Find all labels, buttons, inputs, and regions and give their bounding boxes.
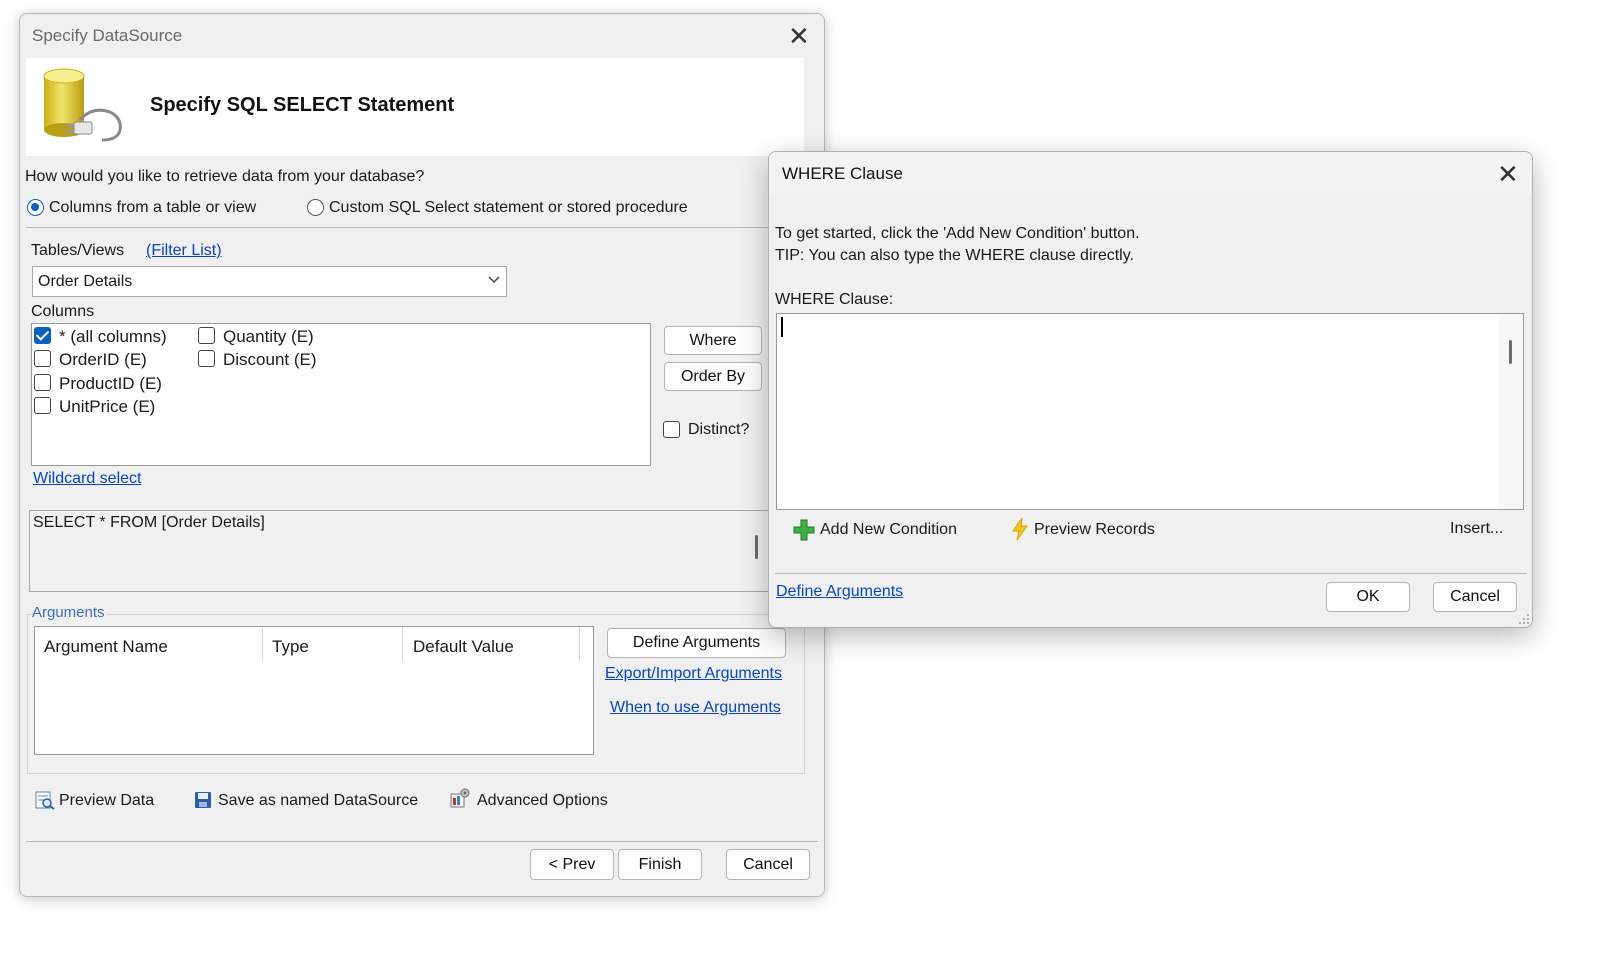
info-line-1: To get started, click the 'Add New Condi… bbox=[775, 225, 1140, 242]
column-header-type[interactable]: Type bbox=[272, 637, 309, 657]
column-checkbox-discount[interactable] bbox=[198, 350, 215, 367]
where-clause-input[interactable] bbox=[776, 313, 1524, 510]
column-checkbox-productid[interactable] bbox=[34, 374, 51, 391]
dialog-title: WHERE Clause bbox=[782, 164, 903, 183]
where-clause-dialog: WHERE Clause ✕ To get started, click the… bbox=[768, 151, 1533, 628]
column-label[interactable]: UnitPrice (E) bbox=[59, 397, 155, 417]
lightning-icon[interactable] bbox=[1011, 517, 1029, 541]
sql-text: SELECT * FROM [Order Details] bbox=[33, 514, 265, 531]
add-icon[interactable] bbox=[793, 519, 815, 541]
filter-list-link[interactable]: (Filter List) bbox=[146, 242, 222, 260]
order-by-button[interactable]: Order By bbox=[664, 362, 762, 391]
column-label[interactable]: OrderID (E) bbox=[59, 350, 147, 370]
column-header-default-value[interactable]: Default Value bbox=[413, 637, 514, 657]
chevron-down-icon bbox=[488, 276, 500, 284]
tables-views-label: Tables/Views bbox=[31, 242, 125, 259]
info-line-2: TIP: You can also type the WHERE clause … bbox=[775, 247, 1134, 264]
close-icon[interactable]: ✕ bbox=[788, 24, 810, 50]
column-checkbox-all[interactable] bbox=[34, 327, 51, 344]
divider bbox=[26, 227, 806, 228]
where-clause-label: WHERE Clause: bbox=[775, 291, 894, 308]
radio-columns[interactable] bbox=[27, 199, 44, 216]
advanced-options-icon[interactable] bbox=[450, 788, 470, 808]
radio-custom-sql-label[interactable]: Custom SQL Select statement or stored pr… bbox=[329, 199, 688, 217]
finish-button[interactable]: Finish bbox=[618, 849, 702, 880]
column-separator bbox=[402, 627, 403, 661]
column-checkbox-unitprice[interactable] bbox=[34, 397, 51, 414]
columns-label: Columns bbox=[31, 303, 95, 320]
column-checkbox-orderid[interactable] bbox=[34, 350, 51, 367]
column-checkbox-quantity[interactable] bbox=[198, 327, 215, 344]
column-separator bbox=[262, 627, 263, 661]
resize-grip-icon[interactable] bbox=[1518, 613, 1530, 625]
add-new-condition-button[interactable]: Add New Condition bbox=[820, 521, 957, 539]
divider bbox=[26, 841, 818, 842]
radio-custom-sql[interactable] bbox=[307, 199, 324, 216]
define-arguments-button[interactable]: Define Arguments bbox=[607, 628, 786, 658]
distinct-checkbox[interactable] bbox=[663, 421, 680, 438]
column-separator bbox=[579, 627, 580, 661]
cancel-button[interactable]: Cancel bbox=[1433, 582, 1517, 612]
arguments-table[interactable]: Argument Name Type Default Value bbox=[34, 626, 594, 755]
radio-columns-label[interactable]: Columns from a table or view bbox=[49, 199, 256, 217]
columns-list: * (all columns) OrderID (E) ProductID (E… bbox=[31, 323, 651, 466]
column-label[interactable]: Discount (E) bbox=[223, 350, 317, 370]
specify-datasource-dialog: Specify DataSource ✕ Specify SQL SELECT … bbox=[19, 13, 825, 897]
cancel-button[interactable]: Cancel bbox=[726, 849, 810, 880]
table-select-value: Order Details bbox=[38, 273, 133, 290]
prev-button[interactable]: < Prev bbox=[530, 849, 614, 880]
dialog-title: Specify DataSource bbox=[32, 26, 183, 45]
preview-data-button[interactable]: Preview Data bbox=[59, 792, 154, 810]
preview-records-button[interactable]: Preview Records bbox=[1034, 521, 1155, 539]
table-select[interactable]: Order Details bbox=[32, 266, 507, 297]
where-button[interactable]: Where bbox=[664, 326, 762, 355]
column-label[interactable]: ProductID (E) bbox=[59, 374, 162, 394]
export-import-arguments-link[interactable]: Export/Import Arguments bbox=[605, 665, 782, 683]
ok-button[interactable]: OK bbox=[1326, 582, 1410, 612]
vertical-scrollbar[interactable] bbox=[1499, 314, 1523, 509]
question-text: How would you like to retrieve data from… bbox=[25, 168, 425, 185]
database-plug-icon bbox=[43, 68, 122, 142]
sql-text-area[interactable]: SELECT * FROM [Order Details] bbox=[29, 510, 779, 592]
insert-button[interactable]: Insert... bbox=[1450, 520, 1503, 538]
sql-scrollbar-thumb[interactable] bbox=[755, 535, 758, 559]
define-arguments-link[interactable]: Define Arguments bbox=[776, 583, 903, 601]
header-title: Specify SQL SELECT Statement bbox=[150, 94, 455, 116]
column-header-argument-name[interactable]: Argument Name bbox=[44, 637, 168, 657]
arguments-group-label: Arguments bbox=[31, 604, 106, 621]
divider bbox=[775, 573, 1527, 574]
column-label[interactable]: Quantity (E) bbox=[223, 327, 314, 347]
preview-data-icon[interactable] bbox=[35, 790, 55, 810]
wildcard-select-link[interactable]: Wildcard select bbox=[33, 470, 141, 488]
distinct-label[interactable]: Distinct? bbox=[688, 421, 749, 439]
close-icon[interactable]: ✕ bbox=[1497, 162, 1519, 188]
text-caret bbox=[781, 317, 783, 337]
save-named-datasource-button[interactable]: Save as named DataSource bbox=[218, 792, 418, 810]
scrollbar-thumb[interactable] bbox=[1509, 340, 1512, 364]
advanced-options-button[interactable]: Advanced Options bbox=[477, 792, 608, 810]
save-icon[interactable] bbox=[193, 790, 213, 810]
column-label[interactable]: * (all columns) bbox=[59, 327, 167, 347]
when-to-use-arguments-link[interactable]: When to use Arguments bbox=[610, 699, 781, 717]
